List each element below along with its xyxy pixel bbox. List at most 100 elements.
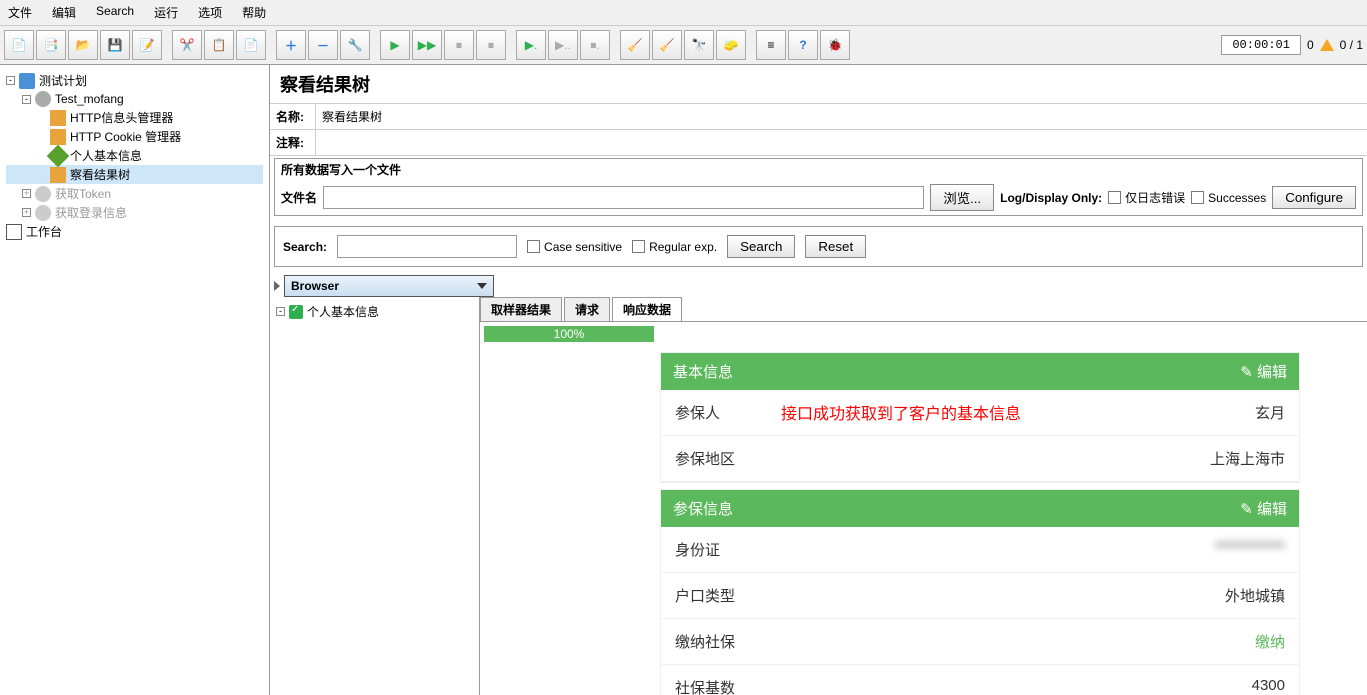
edit-button[interactable]: 编辑 — [1240, 498, 1287, 519]
name-label: 名称: — [270, 104, 316, 129]
new-icon[interactable]: 📄 — [4, 30, 34, 60]
toggle-icon[interactable]: + — [22, 208, 31, 217]
row-label: 参保地区 — [675, 448, 735, 469]
help-icon[interactable]: ? — [788, 30, 818, 60]
tree-item-label: 察看结果树 — [70, 166, 130, 183]
card-row: 缴纳社保 缴纳 — [661, 619, 1299, 665]
test-plan-tree[interactable]: - 测试计划 - Test_mofang HTTP信息头管理器 HTTP Coo… — [0, 65, 270, 695]
search-button[interactable]: Search — [727, 235, 795, 258]
tab-sampler-result[interactable]: 取样器结果 — [480, 297, 562, 321]
remote-start-all-icon[interactable]: ▶.. — [548, 30, 578, 60]
start-no-pause-icon[interactable]: ▶▶ — [412, 30, 442, 60]
menu-file[interactable]: 文件 — [4, 2, 36, 23]
row-label: 参保人 — [675, 402, 720, 423]
row-label: 户口类型 — [675, 585, 735, 606]
expand-icon[interactable]: ＋ — [276, 30, 306, 60]
result-item-label: 个人基本信息 — [307, 303, 379, 320]
copy-icon[interactable]: 📋 — [204, 30, 234, 60]
result-tabs: 取样器结果 请求 响应数据 — [480, 297, 1367, 322]
tree-workbench[interactable]: 工作台 — [6, 222, 263, 241]
card-row: 户口类型 外地城镇 — [661, 573, 1299, 619]
toggle-icon[interactable]: 🔧 — [340, 30, 370, 60]
configure-button[interactable]: Configure — [1272, 186, 1356, 209]
comment-input[interactable] — [316, 132, 1367, 154]
card-row: 参保地区 上海上海市 — [661, 436, 1299, 482]
tree-threadgroup[interactable]: - Test_mofang — [6, 90, 263, 108]
clear-icon[interactable]: 🧹 — [620, 30, 650, 60]
collapse-icon[interactable]: － — [308, 30, 338, 60]
function-helper-icon[interactable]: ≡ — [756, 30, 786, 60]
edit-button[interactable]: 编辑 — [1240, 361, 1287, 382]
panel-title: 察看结果树 — [270, 65, 1367, 104]
reset-button[interactable]: Reset — [805, 235, 866, 258]
row-value: 外地城镇 — [1225, 585, 1285, 606]
tree-root-label: 测试计划 — [39, 72, 87, 89]
menu-run[interactable]: 运行 — [150, 2, 182, 23]
insurance-info-card: 参保信息 编辑 身份证 ************ 户口类型 外地城镇 缴纳社 — [660, 489, 1300, 695]
remote-start-icon[interactable]: ▶. — [516, 30, 546, 60]
toggle-icon[interactable]: - — [6, 76, 15, 85]
browse-button[interactable]: 浏览... — [930, 184, 994, 211]
tree-disabled-login[interactable]: + 获取登录信息 — [6, 203, 263, 222]
chk-label: Regular exp. — [649, 240, 717, 254]
response-body[interactable]: 基本信息 编辑 参保人 接口成功获取到了客户的基本信息 玄月 参保地区 上海上海… — [480, 346, 1367, 695]
errors-only-checkbox[interactable]: 仅日志错误 — [1108, 189, 1185, 206]
filename-label: 文件名 — [281, 189, 317, 206]
toolbar: 📄 📑 📂 💾 📝 ✂️ 📋 📄 ＋ － 🔧 ▶ ▶▶ ⏹ ⏹ ▶. ▶.. ⏹… — [0, 26, 1367, 65]
row-label: 缴纳社保 — [675, 631, 735, 652]
menu-search[interactable]: Search — [92, 2, 138, 23]
warning-icon[interactable] — [1320, 39, 1334, 51]
stop-icon[interactable]: ⏹ — [444, 30, 474, 60]
renderer-dropdown[interactable]: Browser — [284, 275, 494, 297]
config-icon — [50, 129, 66, 145]
tree-disabled-token[interactable]: + 获取Token — [6, 184, 263, 203]
toggle-icon[interactable]: - — [276, 307, 285, 316]
remote-stop-icon[interactable]: ⏹. — [580, 30, 610, 60]
tree-item-cookies[interactable]: HTTP Cookie 管理器 — [6, 127, 263, 146]
reset-search-icon[interactable]: 🧽 — [716, 30, 746, 60]
row-label: 身份证 — [675, 539, 720, 560]
save-as-icon[interactable]: 📝 — [132, 30, 162, 60]
collapse-toggle-icon[interactable] — [274, 281, 280, 291]
shutdown-icon[interactable]: ⏹ — [476, 30, 506, 60]
find-icon[interactable]: 🔭 — [684, 30, 714, 60]
tree-item-results[interactable]: 察看结果树 — [6, 165, 263, 184]
name-input[interactable] — [316, 106, 1367, 128]
search-input[interactable] — [337, 235, 517, 258]
toggle-icon[interactable]: + — [22, 189, 31, 198]
tab-response-data[interactable]: 响应数据 — [612, 297, 682, 321]
tree-item-sampler[interactable]: 个人基本信息 — [6, 146, 263, 165]
menu-help[interactable]: 帮助 — [238, 2, 270, 23]
start-icon[interactable]: ▶ — [380, 30, 410, 60]
card-title: 基本信息 — [673, 361, 733, 382]
tree-item-label: 获取Token — [55, 185, 111, 202]
tab-request[interactable]: 请求 — [564, 297, 610, 321]
cut-icon[interactable]: ✂️ — [172, 30, 202, 60]
warn-count: 0 — [1307, 38, 1314, 52]
dropdown-label: Browser — [291, 279, 339, 293]
toggle-icon[interactable]: - — [22, 95, 31, 104]
regex-checkbox[interactable]: Regular exp. — [632, 240, 717, 254]
save-icon[interactable]: 💾 — [100, 30, 130, 60]
tree-item-headers[interactable]: HTTP信息头管理器 — [6, 108, 263, 127]
tree-root[interactable]: - 测试计划 — [6, 71, 263, 90]
result-item[interactable]: - 个人基本信息 — [274, 301, 475, 322]
thread-count: 0 / 1 — [1340, 38, 1363, 52]
case-sensitive-checkbox[interactable]: Case sensitive — [527, 240, 622, 254]
templates-icon[interactable]: 📑 — [36, 30, 66, 60]
paste-icon[interactable]: 📄 — [236, 30, 266, 60]
results-tree[interactable]: - 个人基本信息 — [270, 297, 480, 695]
progress-bar: 100% — [484, 326, 654, 342]
open-icon[interactable]: 📂 — [68, 30, 98, 60]
clear-all-icon[interactable]: 🧹 — [652, 30, 682, 60]
filename-input[interactable] — [323, 186, 924, 209]
chk-label: 仅日志错误 — [1125, 189, 1185, 206]
successes-checkbox[interactable]: Successes — [1191, 191, 1266, 205]
tree-item-label: HTTP信息头管理器 — [70, 109, 173, 126]
menu-options[interactable]: 选项 — [194, 2, 226, 23]
menu-edit[interactable]: 编辑 — [48, 2, 80, 23]
chk-label: Successes — [1208, 191, 1266, 205]
file-fieldset: 所有数据写入一个文件 文件名 浏览... Log/Display Only: 仅… — [274, 158, 1363, 216]
bug-icon[interactable]: 🐞 — [820, 30, 850, 60]
annotation-text: 接口成功获取到了客户的基本信息 — [781, 400, 1021, 424]
